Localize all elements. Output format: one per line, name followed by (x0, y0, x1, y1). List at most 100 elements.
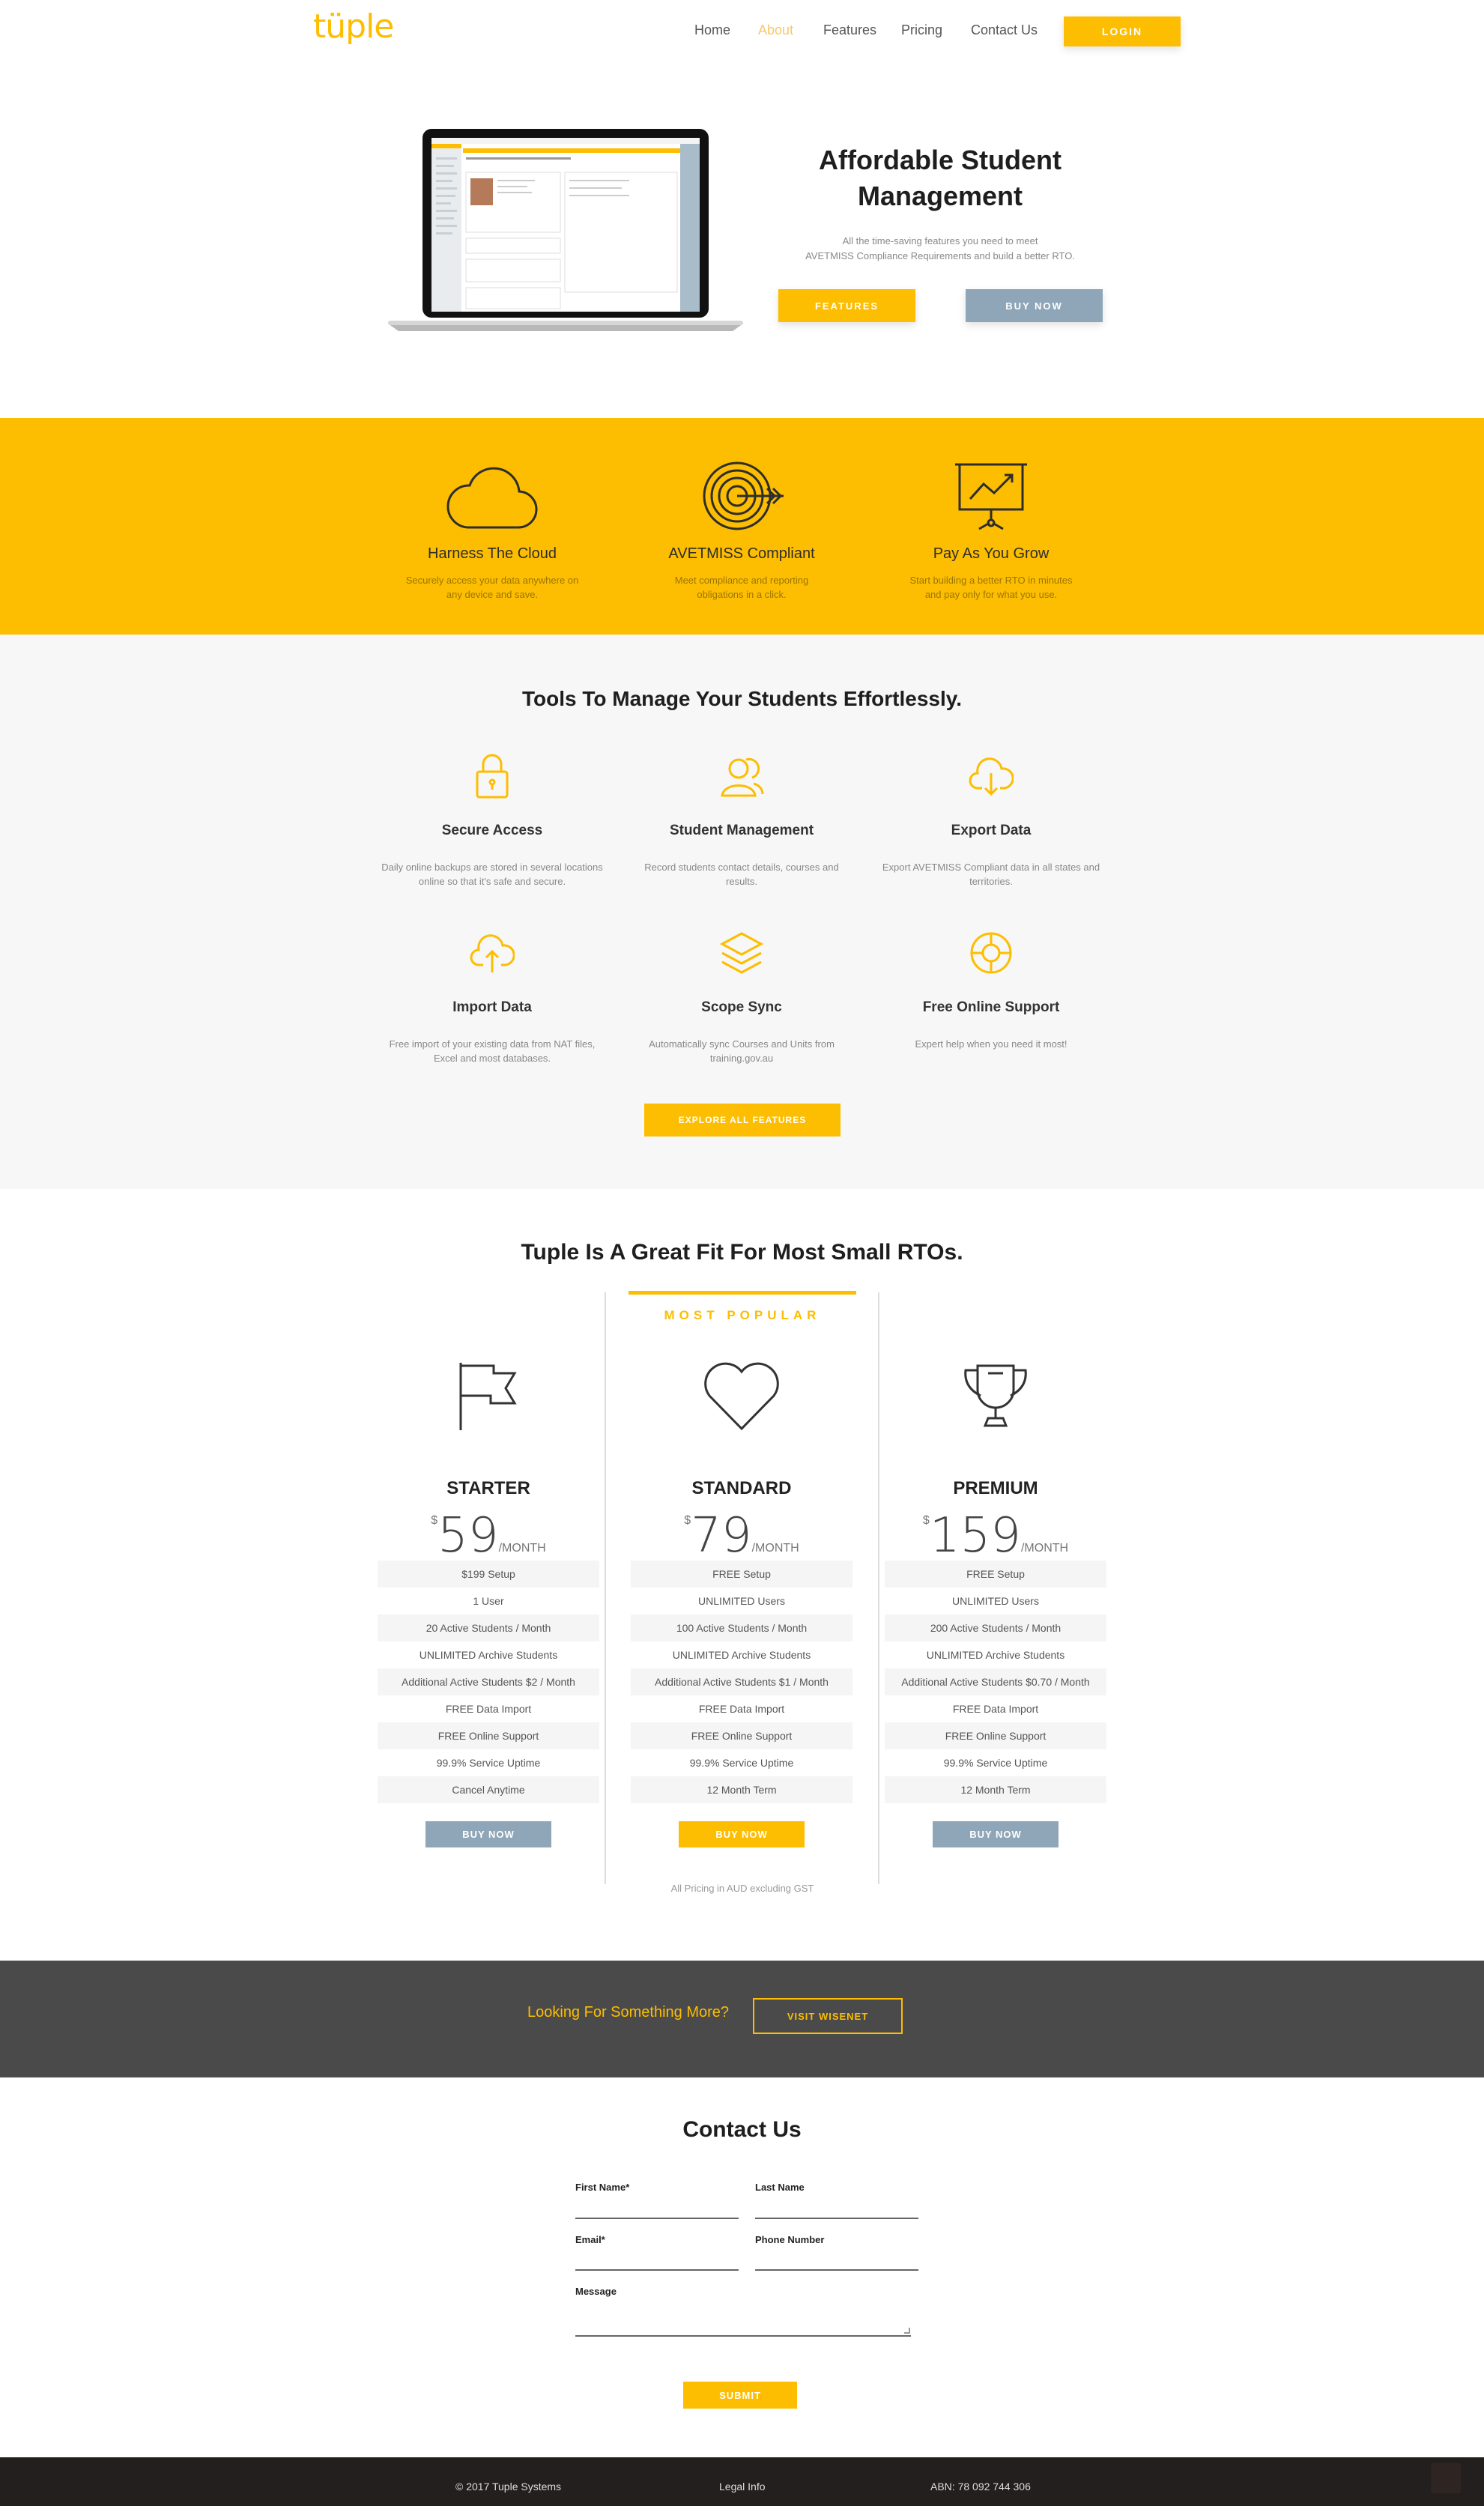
benefit-desc: Start building a better RTO in minutes a… (909, 575, 1073, 600)
visit-wisenet-button[interactable]: VISIT WISENET (753, 1998, 903, 2034)
currency-symbol: $ (431, 1514, 438, 1527)
tools-title: Tools To Manage Your Students Effortless… (521, 687, 963, 710)
first-name-field[interactable] (575, 2218, 739, 2219)
plan-feature: UNLIMITED Archive Students (926, 1649, 1065, 1661)
laptop-screenshot-image (388, 127, 743, 337)
plan-feature: FREE Online Support (631, 1722, 852, 1749)
flag-icon (459, 1363, 517, 1430)
features-button[interactable]: FEATURES (778, 289, 915, 322)
plan-feature: UNLIMITED Archive Students (672, 1649, 811, 1661)
nav-contact[interactable]: Contact Us (971, 22, 1038, 38)
submit-button[interactable]: SUBMIT (683, 2382, 797, 2409)
plan-features: $199 Setup 1 User 20 Active Students / Mon… (378, 1561, 599, 1803)
tool-desc: Export AVETMISS Compliant data in all st… (882, 862, 1100, 887)
tool-export-data: Export Data Export AVETMISS Compliant da… (867, 752, 1115, 889)
tool-desc: Expert help when you need it most! (915, 1038, 1067, 1050)
plan-standard: STANDARD $79/MONTH FREE Setup UNLIMITED U… (631, 1360, 852, 1847)
benefit-title: Pay As You Grow (933, 545, 1050, 562)
tool-desc: Record students contact details, courses… (644, 862, 839, 887)
plan-feature: 99.9% Service Uptime (943, 1757, 1048, 1769)
nav-pricing[interactable]: Pricing (901, 22, 942, 38)
tool-title: Student Management (669, 823, 814, 838)
email-field[interactable] (575, 2269, 739, 2271)
users-icon (721, 757, 764, 797)
benefits-band: Harness The Cloud Securely access your d… (0, 418, 1484, 635)
standard-buy-now-button[interactable]: BUY NOW (679, 1821, 805, 1847)
benefit-compliance: AVETMISS Compliant Meet compliance and r… (629, 458, 854, 602)
premium-buy-now-button[interactable]: BUY NOW (933, 1821, 1059, 1847)
plan-feature: Additional Active Students $1 / Month (631, 1668, 852, 1695)
login-button[interactable]: LOGIN (1064, 16, 1181, 46)
lifebuoy-icon (970, 932, 1012, 974)
plan-feature: 99.9% Service Uptime (689, 1757, 794, 1769)
starter-buy-now-button[interactable]: BUY NOW (425, 1821, 551, 1847)
plan-feature: FREE Data Import (698, 1703, 785, 1715)
price-amount: 79 (691, 1508, 752, 1564)
resize-handle-icon[interactable] (904, 2328, 910, 2334)
tool-title: Import Data (452, 999, 532, 1015)
plan-features: FREE Setup UNLIMITED Users 100 Active Stud… (631, 1561, 852, 1803)
explore-features-button[interactable]: EXPLORE ALL FEATURES (644, 1104, 841, 1137)
plan-feature: 20 Active Students / Month (378, 1614, 599, 1641)
logo[interactable]: tüple (313, 7, 394, 46)
message-field[interactable] (575, 2335, 911, 2337)
cloud-upload-icon (470, 934, 515, 972)
contact-title: Contact Us (682, 2117, 802, 2142)
tool-title: Scope Sync (701, 999, 782, 1015)
benefit-desc: Meet compliance and reporting obligation… (674, 575, 809, 600)
plan-feature: FREE Setup (631, 1561, 852, 1588)
nav-features[interactable]: Features (823, 22, 876, 38)
target-icon (703, 461, 784, 530)
back-to-top-button[interactable] (1431, 2463, 1461, 2493)
last-name-field[interactable] (755, 2218, 918, 2219)
tool-online-support: Free Online Support Expert help when you… (867, 929, 1115, 1051)
tool-scope-sync: Scope Sync Automatically sync Courses an… (618, 929, 865, 1065)
plan-price: $159/MONTH (885, 1508, 1106, 1564)
chart-board-icon (955, 463, 1027, 530)
top-nav: tüple Home About Features Pricing Contac… (0, 0, 1484, 63)
most-popular-label: MOST POPULAR (664, 1308, 821, 1322)
cloud-download-icon (969, 757, 1014, 796)
cta-band (0, 1961, 1484, 2077)
plan-feature: 1 User (473, 1595, 504, 1607)
plan-feature: Cancel Anytime (378, 1776, 599, 1803)
nav-about[interactable]: About (758, 22, 793, 38)
phone-field[interactable] (755, 2269, 918, 2271)
price-amount: 59 (437, 1508, 499, 1564)
plan-feature: 200 Active Students / Month (885, 1614, 1106, 1641)
price-amount: 159 (929, 1508, 1021, 1564)
plan-name: PREMIUM (953, 1478, 1038, 1498)
tool-secure-access: Secure Access Daily online backups are s… (369, 752, 616, 889)
hero-buy-now-button[interactable]: BUY NOW (966, 289, 1103, 322)
hero-title: Affordable Student Management (819, 145, 1061, 211)
email-label: Email* (575, 2234, 605, 2245)
popular-highlight-bar (629, 1291, 856, 1295)
plan-feature: 12 Month Term (631, 1776, 852, 1803)
tool-student-management: Student Management Record students conta… (618, 752, 865, 889)
message-label: Message (575, 2286, 617, 2297)
price-period: /MONTH (1020, 1542, 1069, 1555)
footer-legal-link[interactable]: Legal Info (719, 2481, 766, 2493)
currency-symbol: $ (922, 1514, 930, 1527)
plan-feature: 100 Active Students / Month (631, 1614, 852, 1641)
pricing-title: Tuple Is A Great Fit For Most Small RTOs… (521, 1240, 963, 1265)
plan-features: FREE Setup UNLIMITED Users 200 Active Stud… (885, 1561, 1106, 1803)
benefit-desc: Securely access your data anywhere on an… (405, 575, 579, 600)
plan-starter: STARTER $59/MONTH $199 Setup 1 User 20 Act… (378, 1360, 599, 1847)
plan-name: STARTER (446, 1478, 530, 1498)
plan-feature: FREE Online Support (885, 1722, 1106, 1749)
footer-abn: ABN: 78 092 744 306 (930, 2481, 1031, 2493)
plan-feature: Additional Active Students $2 / Month (378, 1668, 599, 1695)
plan-price: $59/MONTH (378, 1508, 599, 1564)
nav-home[interactable]: Home (694, 22, 730, 38)
heart-icon (704, 1362, 779, 1431)
tool-desc: Free import of your existing data from N… (389, 1038, 596, 1064)
plan-feature: UNLIMITED Users (698, 1595, 785, 1607)
plan-feature: FREE Data Import (445, 1703, 532, 1715)
price-period: /MONTH (498, 1542, 546, 1555)
cloud-icon (446, 467, 538, 529)
plan-feature: Additional Active Students $0.70 / Month (885, 1668, 1106, 1695)
benefit-title: Harness The Cloud (428, 545, 557, 562)
plan-premium: PREMIUM $159/MONTH FREE Setup UNLIMITED U… (885, 1360, 1106, 1847)
plan-feature: FREE Data Import (952, 1703, 1039, 1715)
